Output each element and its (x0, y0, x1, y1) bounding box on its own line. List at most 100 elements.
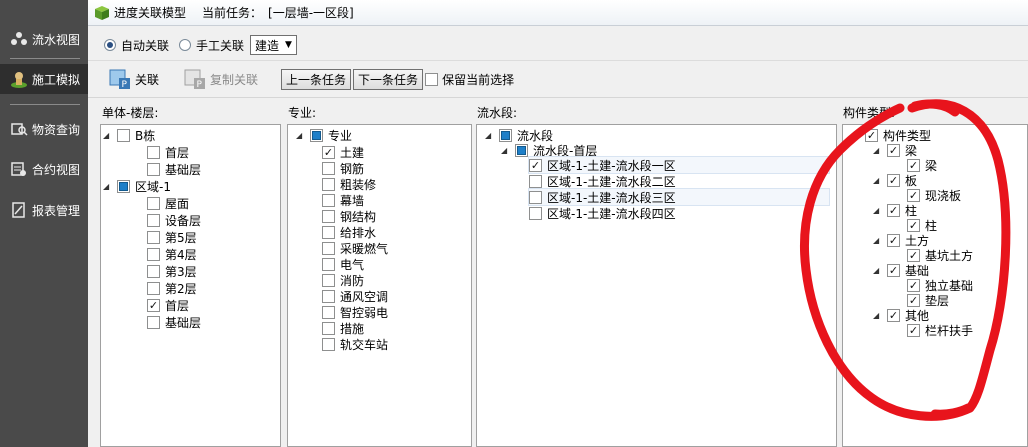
tree-checkbox[interactable] (515, 143, 528, 157)
tree-checkbox[interactable]: ✓ (907, 278, 920, 292)
expand-arrow-icon[interactable]: ◢ (873, 176, 883, 185)
tree-checkbox[interactable] (322, 321, 335, 335)
tree-node-floor[interactable]: 第5层 (147, 229, 197, 245)
copy-link-button[interactable]: P 复制关联 (183, 67, 258, 91)
expand-arrow-icon[interactable]: ◢ (485, 131, 495, 140)
tree-checkbox[interactable]: ✓ (907, 293, 920, 307)
tree-checkbox[interactable] (310, 128, 323, 142)
link-button[interactable]: P 关联 (108, 67, 159, 91)
tree-node-component-group[interactable]: ◢ ✓ 其他 (873, 307, 929, 323)
next-task-button[interactable]: 下一条任务 (353, 68, 424, 90)
tree-node-component-group[interactable]: ◢ ✓ 梁 (873, 142, 917, 158)
tree-node-major[interactable]: 消防 (322, 272, 364, 288)
tree-checkbox[interactable]: ✓ (887, 308, 900, 322)
tree-node-major[interactable]: ✓ 土建 (322, 144, 364, 160)
tree-node-major[interactable]: 钢结构 (322, 208, 376, 224)
expand-arrow-icon[interactable]: ◢ (103, 182, 113, 191)
tree-node-component-group[interactable]: ◢ ✓ 土方 (873, 232, 929, 248)
tree-checkbox[interactable] (147, 315, 160, 329)
tree-node-floor[interactable]: 设备层 (147, 212, 201, 228)
tree-checkbox[interactable] (322, 241, 335, 255)
tree-checkbox[interactable] (529, 206, 542, 220)
tree-node-major[interactable]: 通风空调 (322, 288, 388, 304)
tree-node-major[interactable]: 给排水 (322, 224, 376, 240)
tree-checkbox[interactable]: ✓ (529, 158, 542, 172)
tree-node-floor[interactable]: 首层 (147, 144, 189, 160)
expand-arrow-icon[interactable]: ◢ (873, 206, 883, 215)
tree-checkbox[interactable] (117, 179, 130, 193)
tree-node-component[interactable]: ✓ 栏杆扶手 (907, 322, 973, 338)
tree-node-major[interactable]: 轨交车站 (322, 336, 388, 352)
tree-node-floor[interactable]: 屋面 (147, 195, 189, 211)
tree-node-floor[interactable]: 基础层 (147, 161, 201, 177)
tree-node-major[interactable]: 智控弱电 (322, 304, 388, 320)
tree-checkbox[interactable] (147, 145, 160, 159)
tree-checkbox[interactable] (322, 161, 335, 175)
expand-arrow-icon[interactable]: ◢ (296, 131, 306, 140)
sidebar-item-construction-sim[interactable]: 施工模拟 (0, 64, 88, 94)
tree-checkbox[interactable]: ✓ (887, 143, 900, 157)
tree-checkbox[interactable] (322, 225, 335, 239)
tree-checkbox[interactable] (147, 264, 160, 278)
tree-checkbox[interactable] (147, 162, 160, 176)
tree-checkbox[interactable] (147, 213, 160, 227)
tree-checkbox[interactable] (529, 174, 542, 188)
tree-checkbox[interactable] (117, 128, 130, 142)
tree-checkbox[interactable]: ✓ (907, 158, 920, 172)
tree-node-major[interactable]: 采暖燃气 (322, 240, 388, 256)
tree-checkbox[interactable] (322, 177, 335, 191)
tree-checkbox[interactable]: ✓ (907, 218, 920, 232)
tree-node-component-root[interactable]: ✓ 构件类型 (865, 127, 931, 143)
tree-node-component-group[interactable]: ◢ ✓ 基础 (873, 262, 929, 278)
tree-node-floor[interactable]: ✓ 首层 (147, 297, 189, 313)
prev-task-button[interactable]: 上一条任务 (281, 68, 352, 90)
auto-link-radio[interactable] (104, 39, 116, 51)
tree-checkbox[interactable]: ✓ (887, 173, 900, 187)
expand-arrow-icon[interactable]: ◢ (501, 146, 511, 155)
tree-checkbox[interactable]: ✓ (887, 203, 900, 217)
tree-checkbox[interactable] (322, 305, 335, 319)
tree-checkbox[interactable]: ✓ (322, 145, 335, 159)
tree-node-floor[interactable]: 第2层 (147, 280, 197, 296)
tree-checkbox[interactable] (147, 196, 160, 210)
tree-checkbox[interactable]: ✓ (907, 188, 920, 202)
tree-checkbox[interactable] (529, 190, 542, 204)
tree-node-zone-1[interactable]: ◢ 区域-1 (103, 178, 171, 194)
tree-node-segment[interactable]: ✓ 区域-1-土建-流水段一区 (528, 156, 830, 174)
tree-node-major[interactable]: 粗装修 (322, 176, 376, 192)
tree-node-component-group[interactable]: ◢ ✓ 板 (873, 172, 917, 188)
tree-node-building-b[interactable]: ◢ B栋 (103, 127, 155, 143)
manual-link-radio[interactable] (179, 39, 192, 51)
tree-checkbox[interactable] (147, 281, 160, 295)
tree-checkbox[interactable]: ✓ (907, 248, 920, 262)
expand-arrow-icon[interactable]: ◢ (873, 236, 883, 245)
expand-arrow-icon[interactable]: ◢ (873, 146, 883, 155)
tree-checkbox[interactable]: ✓ (887, 263, 900, 277)
tree-checkbox[interactable] (147, 230, 160, 244)
tree-node-major[interactable]: 钢筋 (322, 160, 364, 176)
tree-node-segment[interactable]: 区域-1-土建-流水段二区 (529, 173, 676, 189)
tree-node-major[interactable]: 电气 (322, 256, 364, 272)
tree-checkbox[interactable]: ✓ (147, 298, 160, 312)
tree-checkbox[interactable] (322, 257, 335, 271)
sidebar-item-material-query[interactable]: 物资查询 (0, 114, 88, 144)
sidebar-item-report[interactable]: 报表管理 (0, 195, 88, 225)
discipline-select[interactable]: 建造 ▼ (250, 35, 297, 55)
tree-node-floor[interactable]: 第3层 (147, 263, 197, 279)
tree-node-floor[interactable]: 基础层 (147, 314, 201, 330)
expand-arrow-icon[interactable]: ◢ (103, 131, 113, 140)
tree-checkbox[interactable] (322, 289, 335, 303)
tree-checkbox[interactable]: ✓ (887, 233, 900, 247)
expand-arrow-icon[interactable]: ◢ (873, 266, 883, 275)
tree-node-floor[interactable]: 第4层 (147, 246, 197, 262)
expand-arrow-icon[interactable]: ◢ (873, 311, 883, 320)
tree-node-segment[interactable]: 区域-1-土建-流水段四区 (529, 205, 676, 221)
sidebar-item-contract-view[interactable]: 合约视图 (0, 154, 88, 184)
tree-checkbox[interactable] (322, 209, 335, 223)
tree-node-major[interactable]: 措施 (322, 320, 364, 336)
tree-node-component-group[interactable]: ◢ ✓ 柱 (873, 202, 917, 218)
sidebar-item-flow-view[interactable]: 流水视图 (0, 24, 88, 54)
tree-node-major[interactable]: 幕墙 (322, 192, 364, 208)
tree-checkbox[interactable]: ✓ (907, 323, 920, 337)
tree-node-major-root[interactable]: ◢ 专业 (296, 127, 352, 143)
